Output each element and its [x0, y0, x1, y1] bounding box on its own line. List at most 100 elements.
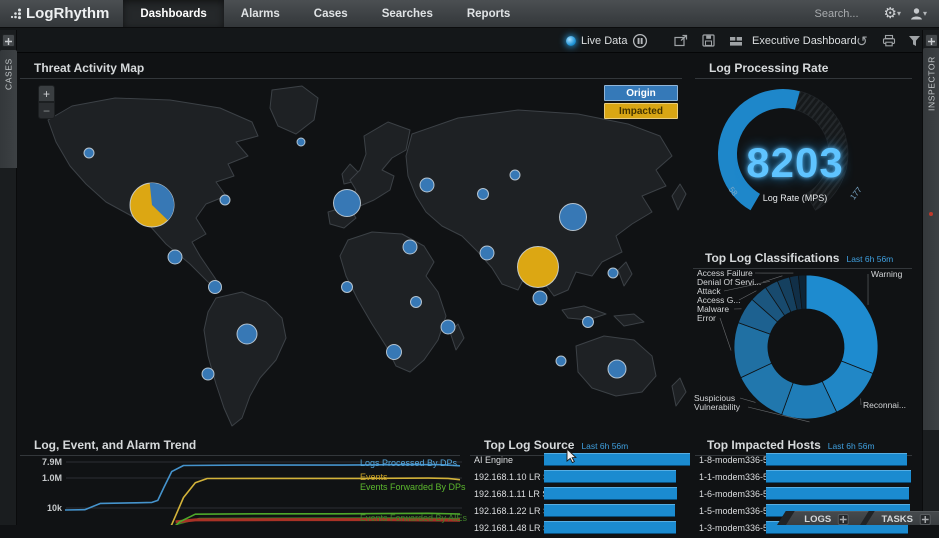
bar[interactable]	[544, 521, 676, 534]
bottom-tab-logs[interactable]: LOGS	[786, 511, 869, 525]
plus-icon	[922, 516, 929, 523]
filter-funnel-icon	[908, 35, 921, 47]
bar[interactable]	[544, 487, 677, 500]
map-bubble-origin[interactable]	[510, 170, 520, 180]
save-icon	[702, 34, 715, 47]
nav-tab-reports[interactable]: Reports	[450, 0, 527, 27]
map-bubble-origin[interactable]	[168, 250, 182, 264]
nav-right-tools: ⚙ ▾ ▾	[813, 0, 939, 27]
time-range-label: Last 6h 56m	[828, 441, 875, 451]
logrhythm-dashboard: { "icons": {"undo": "\u21ba", "gear": "\…	[0, 0, 939, 525]
pause-button[interactable]	[632, 28, 648, 53]
map-bubble-origin[interactable]	[202, 368, 214, 380]
settings-gear-button[interactable]: ⚙ ▾	[884, 6, 901, 21]
inspector-tab-label: INSPECTOR	[927, 56, 937, 111]
left-rail: CASES	[0, 30, 17, 525]
nav-tab-dashboards[interactable]: Dashboards	[123, 0, 223, 27]
bar[interactable]	[766, 453, 907, 466]
donut-label: Vulnerability	[694, 402, 741, 412]
chevron-down-icon: ▾	[897, 10, 901, 18]
panel-title: Log Processing Rate	[709, 61, 828, 75]
plus-icon	[5, 38, 12, 45]
gauge-value: 8203	[735, 139, 855, 187]
donut-label: Reconnai...	[863, 400, 906, 410]
refresh-button[interactable]: ↺	[856, 28, 868, 53]
bar-row-label: 1-3-modem336-5...	[699, 523, 766, 533]
bar-track	[766, 487, 917, 500]
bar[interactable]	[766, 470, 911, 483]
nav-tab-cases[interactable]: Cases	[297, 0, 365, 27]
map-bubble-origin[interactable]	[441, 320, 455, 334]
add-cases-panel-button[interactable]	[2, 34, 15, 47]
map-zoom-in-button[interactable]: +	[38, 85, 55, 102]
bar-track	[766, 453, 917, 466]
map-bubble-origin[interactable]	[387, 345, 402, 360]
nav-tab-searches[interactable]: Searches	[365, 0, 450, 27]
map-bubble-origin[interactable]	[334, 190, 361, 217]
printer-icon	[882, 34, 896, 47]
top-log-source-panel: Top Log Source Last 6h 56m AI Engine192.…	[470, 432, 695, 525]
search-input[interactable]	[813, 7, 875, 21]
gauge-max-label: 177	[848, 185, 864, 201]
map-bubble-origin[interactable]	[478, 189, 489, 200]
map-bubble-impacted[interactable]	[518, 247, 559, 288]
panel-header: Threat Activity Map	[20, 55, 682, 79]
popout-button[interactable]	[674, 28, 688, 53]
bottom-tab-label: TASKS	[881, 514, 913, 525]
bottom-tab-plus-button[interactable]	[838, 514, 849, 525]
map-legend-impacted-button[interactable]: Impacted	[604, 103, 678, 119]
bar[interactable]	[544, 453, 690, 466]
map-bubble-origin[interactable]	[560, 204, 587, 231]
bottom-tab-plus-button[interactable]	[920, 514, 931, 525]
map-bubble-origin[interactable]	[608, 268, 618, 278]
bar-track	[544, 453, 690, 466]
plus-icon	[928, 38, 935, 45]
bar-row-label: 192.168.1.11 LR S...	[474, 489, 544, 499]
inspector-side-tab[interactable]: INSPECTOR	[923, 48, 939, 430]
map-bubble-origin[interactable]	[556, 356, 566, 366]
bar-track	[766, 470, 917, 483]
donut-leader-line	[740, 398, 756, 402]
bar[interactable]	[544, 470, 676, 483]
map-zoom-out-button[interactable]: −	[38, 102, 55, 119]
gauge-unit-label: Log Rate (MPS)	[740, 193, 850, 203]
time-range-label: Last 6h 56m	[581, 441, 628, 451]
map-bubble-origin[interactable]	[411, 297, 422, 308]
filter-button[interactable]	[908, 28, 921, 53]
nav-tab-alarms[interactable]: Alarms	[224, 0, 297, 27]
panel-header: Log Processing Rate	[695, 55, 912, 79]
map-bubble-origin[interactable]	[403, 240, 417, 254]
map-bubble-origin[interactable]	[84, 148, 94, 158]
bottom-tab-tasks[interactable]: TASKS	[866, 511, 939, 525]
cases-tab-label: CASES	[4, 58, 14, 90]
bar-track	[544, 470, 690, 483]
save-button[interactable]	[702, 28, 715, 53]
map-bubble-origin[interactable]	[297, 138, 305, 146]
map-bubble-origin[interactable]	[608, 360, 626, 378]
map-bubble-origin[interactable]	[220, 195, 230, 205]
user-menu-button[interactable]: ▾	[910, 7, 927, 20]
map-bubble-origin[interactable]	[480, 246, 494, 260]
map-bubble-origin[interactable]	[342, 282, 353, 293]
map-bubble-origin[interactable]	[583, 317, 594, 328]
bar-row-label: 192.168.1.48 LR S...	[474, 523, 544, 533]
map-bubble-origin[interactable]	[533, 291, 547, 305]
undo-refresh-icon: ↺	[856, 34, 868, 48]
bar[interactable]	[544, 504, 675, 517]
top-log-classifications-panel: Top Log Classifications Last 6h 56m Warn…	[693, 245, 922, 430]
top-nav: LogRhythm DashboardsAlarmsCasesSearchesR…	[0, 0, 939, 28]
bar[interactable]	[766, 487, 909, 500]
cases-side-tab[interactable]: CASES	[0, 50, 17, 168]
add-inspector-panel-button[interactable]	[925, 34, 938, 47]
layout-button[interactable]	[729, 28, 743, 53]
map-bubble-origin[interactable]	[209, 281, 222, 294]
donut-label: Denial Of Servi...	[697, 277, 761, 287]
live-data-toggle[interactable]: Live Data	[566, 28, 627, 53]
donut-slice-warning[interactable]	[806, 275, 878, 374]
map-bubble-origin[interactable]	[237, 324, 257, 344]
map-legend-origin-button[interactable]: Origin	[604, 85, 678, 101]
donut-label: Access Failure	[697, 268, 753, 278]
print-button[interactable]	[882, 28, 896, 53]
right-rail: INSPECTOR	[922, 30, 939, 525]
map-bubble-origin[interactable]	[420, 178, 434, 192]
